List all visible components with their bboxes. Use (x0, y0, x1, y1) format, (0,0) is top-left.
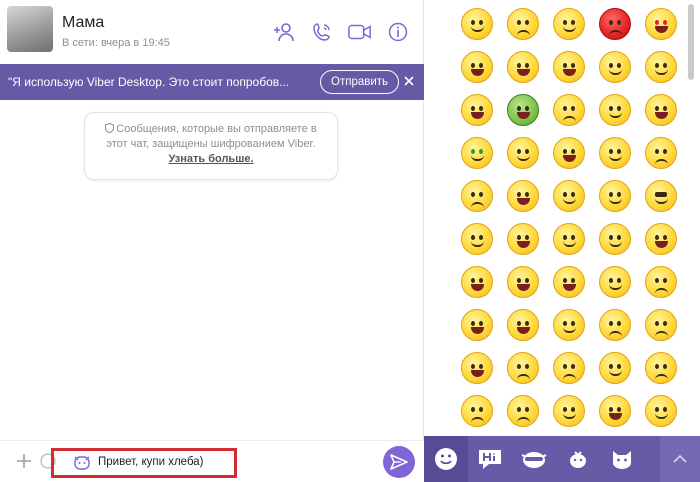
emoji-worried[interactable] (553, 93, 585, 126)
emoji-surprised[interactable] (553, 50, 585, 83)
emoji-big-laugh[interactable] (507, 222, 539, 255)
chicken-sticker-icon (570, 451, 586, 468)
contact-name[interactable]: Мама (62, 14, 104, 32)
encryption-text: Сообщения, которые вы отправляете в этот… (106, 123, 317, 150)
plus-icon[interactable] (14, 451, 34, 471)
sticker-icon[interactable] (72, 452, 92, 472)
emoji-laugh[interactable] (507, 50, 539, 83)
emoji-pensive[interactable] (461, 179, 493, 212)
emoji-evil[interactable] (461, 351, 493, 384)
emoji-tongue[interactable] (461, 50, 493, 83)
send-icon (390, 454, 408, 470)
phone-icon[interactable] (310, 20, 334, 44)
invite-banner: "Я использую Viber Desktop. Это стоит по… (0, 64, 424, 100)
contact-status: В сети: вчера в 19:45 (62, 37, 170, 49)
shield-icon (105, 123, 115, 133)
emoji-nervous[interactable] (599, 136, 631, 169)
emoji-teary-eyes[interactable] (553, 351, 585, 384)
emoji-shocked[interactable] (507, 308, 539, 341)
emoji-fangs[interactable] (461, 308, 493, 341)
cool-cat-sticker-icon (521, 452, 547, 468)
emoji-hmm[interactable] (599, 222, 631, 255)
emoji-grid (454, 2, 686, 432)
emoji-sick[interactable] (507, 93, 539, 126)
emoji-sunglasses[interactable] (645, 179, 677, 212)
smiley-icon (435, 448, 457, 470)
avatar[interactable] (7, 6, 53, 52)
emoji-dizzy[interactable] (461, 265, 493, 298)
emoji-smirk[interactable] (553, 308, 585, 341)
emoji-skeptical[interactable] (507, 136, 539, 169)
sticker-tabs (424, 436, 700, 482)
send-button[interactable] (383, 446, 415, 478)
emoji-panel (424, 0, 700, 482)
emoji-smile[interactable] (461, 7, 493, 40)
emoji-crying[interactable] (461, 93, 493, 126)
add-contact-icon[interactable] (272, 20, 296, 44)
emoji-wink-tongue[interactable] (553, 136, 585, 169)
emoji-unamused[interactable] (599, 265, 631, 298)
banner-text: "Я использую Viber Desktop. Это стоит по… (8, 75, 290, 89)
emoji-tearful[interactable] (645, 308, 677, 341)
banner-send-button[interactable]: Отправить (320, 70, 400, 94)
message-input[interactable] (98, 451, 233, 473)
emoji-annoyed[interactable] (645, 136, 677, 169)
cat-sticker-tab[interactable] (600, 436, 644, 482)
emoji-disappointed[interactable] (461, 394, 493, 427)
emoji-smug[interactable] (645, 50, 677, 83)
emoji-dead[interactable] (507, 265, 539, 298)
video-icon[interactable] (348, 20, 372, 44)
emoji-blush[interactable] (461, 222, 493, 255)
emoji-music[interactable] (599, 351, 631, 384)
emoji-wink[interactable] (553, 7, 585, 40)
chat-header: Мама В сети: вчера в 19:45 (0, 0, 424, 62)
emoji-kiss-heart[interactable] (553, 222, 585, 255)
emoji-mad[interactable] (507, 351, 539, 384)
emoji-nerd[interactable] (553, 179, 585, 212)
emoji-neutral[interactable] (599, 179, 631, 212)
emoji-heart-eyes[interactable] (645, 7, 677, 40)
hi-sticker-tab[interactable] (468, 436, 512, 482)
smiley-tab[interactable] (424, 436, 468, 482)
emoji-grumpy[interactable] (507, 394, 539, 427)
emoji-sad[interactable] (507, 7, 539, 40)
expand-tabs-button[interactable] (660, 436, 700, 482)
emoji-dizzy-face[interactable] (507, 179, 539, 212)
cool-cat-sticker-tab[interactable] (512, 436, 556, 482)
emoji-sobbing[interactable] (599, 394, 631, 427)
chicken-sticker-tab[interactable] (556, 436, 600, 482)
emoji-silly[interactable] (645, 93, 677, 126)
chat-pane: Мама В сети: вчера в 19:45 "Я использую … (0, 0, 424, 482)
emoji-frown[interactable] (645, 265, 677, 298)
emoji-grin[interactable] (599, 93, 631, 126)
emoji-grimace[interactable] (645, 222, 677, 255)
emoji-angry[interactable] (599, 7, 631, 40)
learn-more-link[interactable]: Узнать больше. (168, 153, 253, 165)
emoji-blank[interactable] (645, 394, 677, 427)
close-icon[interactable] (402, 74, 416, 88)
hi-sticker-icon (479, 450, 501, 469)
emoji-confused[interactable] (645, 351, 677, 384)
emoji-thinking[interactable] (553, 394, 585, 427)
emoji-scrollbar-thumb[interactable] (688, 4, 694, 80)
encryption-notice: Сообщения, которые вы отправляете в этот… (84, 112, 338, 180)
cat-sticker-icon (613, 451, 631, 469)
emoji-kiss[interactable] (599, 50, 631, 83)
emoji-sleepy[interactable] (599, 308, 631, 341)
info-icon[interactable] (386, 20, 410, 44)
emoji-shock[interactable] (553, 265, 585, 298)
emoji-money[interactable] (461, 136, 493, 169)
chevron-up-icon (673, 454, 687, 463)
